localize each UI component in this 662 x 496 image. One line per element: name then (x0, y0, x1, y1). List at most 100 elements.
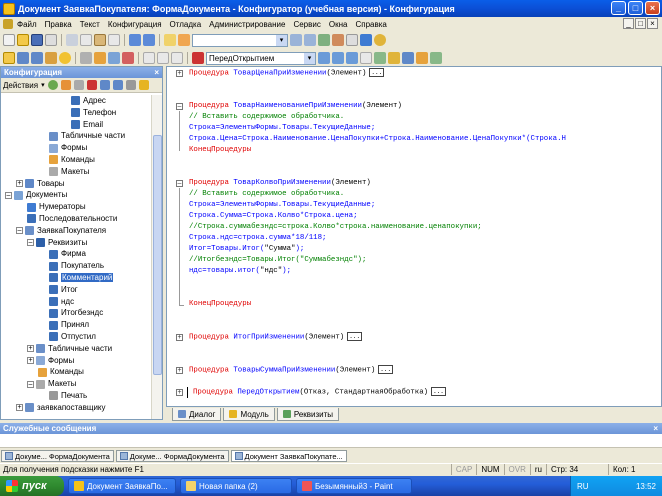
tree-item[interactable]: Комментарий (1, 272, 152, 284)
collapse-icon[interactable]: – (27, 380, 34, 388)
collapsed-body-icon[interactable]: ... (378, 365, 394, 374)
breakpoint-icon[interactable] (122, 52, 134, 64)
expand-icon[interactable]: + (16, 404, 23, 412)
menu-text[interactable]: Текст (76, 20, 104, 29)
tree-item[interactable]: + Табличные части (1, 343, 152, 355)
tree-item[interactable]: + Товары (1, 178, 152, 190)
tree-scrollbar-thumb[interactable] (153, 135, 162, 375)
module-code-editor[interactable]: + Процедура ТоварЦенаПриИзменении(Элемент… (166, 66, 662, 407)
tree-item[interactable]: Итогбезндс (1, 307, 152, 319)
expand-procedure-icon[interactable]: + (176, 367, 183, 374)
goto-line-icon[interactable] (346, 34, 358, 46)
close-icon[interactable]: × (154, 67, 159, 78)
code-line[interactable]: Строка.Сумма=Строка.Колво*Строка.цена; (189, 211, 358, 222)
delete-object-icon[interactable] (86, 80, 97, 90)
query-builder-icon[interactable] (402, 52, 414, 64)
tree-item[interactable]: Принял (1, 319, 152, 331)
actions-menu[interactable]: Действия (3, 81, 38, 90)
tree-item[interactable]: Покупатель (1, 260, 152, 272)
chevron-down-icon[interactable]: ▾ (41, 81, 45, 89)
save-all-icon[interactable] (45, 34, 57, 46)
help-icon[interactable] (360, 34, 372, 46)
db-config-icon[interactable] (31, 52, 43, 64)
code-line[interactable]: Процедура ИтогПриИзменении(Элемент)... (189, 332, 363, 343)
delete-icon[interactable] (108, 34, 120, 46)
debug-stop-icon[interactable] (80, 52, 92, 64)
collapsed-body-icon[interactable]: ... (347, 332, 363, 341)
expand-procedure-icon[interactable]: + (176, 389, 183, 396)
tree-item[interactable]: Телефон (1, 107, 152, 119)
collapse-icon[interactable]: – (27, 238, 34, 246)
format-string-icon[interactable] (430, 52, 442, 64)
maximize-button[interactable]: □ (628, 1, 643, 15)
outdent-icon[interactable] (157, 52, 169, 64)
copy-icon[interactable] (80, 34, 92, 46)
config-tree-icon[interactable] (45, 52, 57, 64)
window-tab[interactable]: Докуме... ФормаДокумента (1, 450, 114, 462)
close-button[interactable]: × (645, 1, 660, 15)
chevron-down-icon[interactable]: ▾ (276, 34, 287, 46)
tree-item[interactable]: + заявкапоставщику (1, 402, 152, 414)
tree-item[interactable]: Табличные части (1, 130, 152, 142)
open-config-icon[interactable] (3, 52, 15, 64)
update-db-icon[interactable] (17, 52, 29, 64)
tree-item[interactable]: Фирма (1, 248, 152, 260)
code-line[interactable]: Строка.Цена=Строка.Наименование.ЦенаПоку… (189, 134, 566, 145)
chevron-down-icon[interactable]: ▾ (304, 52, 315, 64)
open-folder-icon[interactable] (17, 34, 29, 46)
code-line[interactable]: Процедура ТоварКолвоПриИзменении(Элемент… (189, 178, 371, 189)
menu-administration[interactable]: Администрирование (205, 20, 289, 29)
menu-help[interactable]: Справка (351, 20, 390, 29)
tree-item[interactable]: Формы (1, 142, 152, 154)
tree-item[interactable]: Последовательности (1, 213, 152, 225)
tree-item[interactable]: + Формы (1, 355, 152, 367)
bookmark-icon[interactable] (318, 34, 330, 46)
expand-icon[interactable]: + (27, 345, 34, 353)
expand-all-icon[interactable] (332, 52, 344, 64)
code-line[interactable]: Строка=ЭлементыФормы.Товары.ТекущиеДанны… (189, 123, 375, 134)
collapsed-body-icon[interactable]: ... (369, 68, 385, 77)
editor-tab[interactable]: Модуль (223, 408, 275, 421)
close-icon[interactable]: × (653, 423, 658, 434)
collapse-icon[interactable]: – (5, 191, 12, 199)
tree-item[interactable]: Команды (1, 366, 152, 378)
menu-windows[interactable]: Окна (325, 20, 352, 29)
expand-procedure-icon[interactable]: + (176, 334, 183, 341)
collapse-all-icon[interactable] (346, 52, 358, 64)
wizard-icon[interactable] (374, 52, 386, 64)
expand-procedure-icon[interactable]: + (176, 70, 183, 77)
collapse-procedure-icon[interactable]: – (176, 180, 183, 187)
editor-tab[interactable]: Диалог (172, 408, 222, 421)
code-line[interactable]: ндс=товары.итог("ндс"); (189, 266, 291, 277)
code-line[interactable]: КонецПроцедуры (189, 299, 251, 310)
text-block-icon[interactable] (416, 52, 428, 64)
code-line[interactable]: Строка=ЭлементыФормы.Товары.ТекущиеДанны… (189, 200, 375, 211)
find-prev-icon[interactable] (304, 34, 316, 46)
code-line[interactable]: Строка.ндс=строка.сумма*18/118; (189, 233, 327, 244)
window-tab[interactable]: Документ ЗаявкаПокупате... (230, 450, 347, 462)
mdi-minimize-button[interactable]: _ (623, 18, 634, 29)
tree-item[interactable]: – Макеты (1, 378, 152, 390)
tree-item[interactable]: Печать (1, 390, 152, 402)
menu-debug[interactable]: Отладка (166, 20, 206, 29)
search-combo[interactable]: ▾ (192, 33, 288, 47)
taskbar-button[interactable]: Документ ЗаявкаПо... (68, 478, 176, 494)
code-line[interactable]: КонецПроцедуры (189, 145, 251, 156)
code-line[interactable]: // Вставить содержимое обработчика. (189, 112, 344, 123)
tree-scrollbar[interactable] (151, 95, 162, 419)
menu-file[interactable]: Файл (13, 20, 41, 29)
document-menu-icon[interactable] (3, 19, 13, 29)
expand-icon[interactable]: + (16, 179, 23, 187)
start-button[interactable]: пуск (0, 476, 64, 496)
find-icon[interactable] (164, 34, 176, 46)
start-debug-icon[interactable] (59, 52, 71, 64)
code-line[interactable]: Процедура ТоварЦенаПриИзменении(Элемент)… (189, 68, 385, 79)
comment-icon[interactable] (171, 52, 183, 64)
new-file-icon[interactable] (3, 34, 15, 46)
taskbar-button[interactable]: Безымянный3 - Paint (296, 478, 412, 494)
template-icon[interactable] (388, 52, 400, 64)
menu-configuration[interactable]: Конфигурация (104, 20, 166, 29)
edit-icon[interactable] (60, 80, 71, 90)
collapse-icon[interactable]: – (16, 227, 23, 235)
add-icon[interactable] (47, 80, 58, 90)
